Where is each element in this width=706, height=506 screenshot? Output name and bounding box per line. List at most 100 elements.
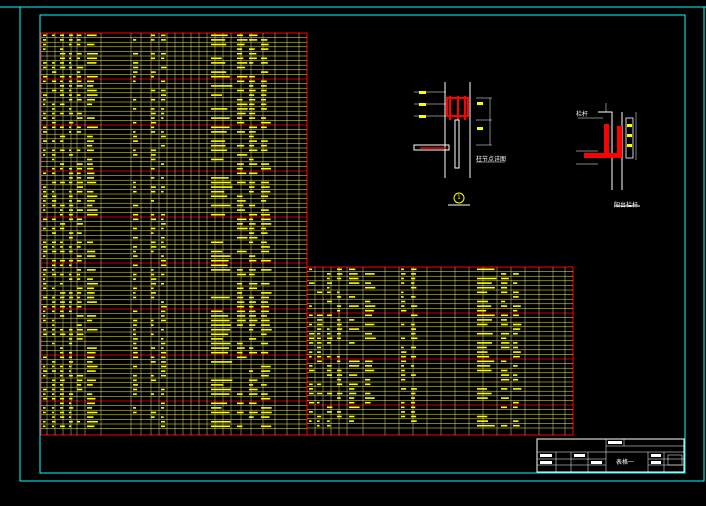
table-cell-glyph xyxy=(60,89,64,92)
table-cell-glyph xyxy=(52,167,55,170)
table-cell-glyph xyxy=(317,337,321,340)
table-cell-glyph xyxy=(161,117,164,119)
table-cell-glyph xyxy=(52,411,55,414)
table-cell-glyph xyxy=(261,319,270,322)
table-cell-glyph xyxy=(249,324,256,326)
table-cell-glyph xyxy=(133,278,137,280)
table-cell-glyph xyxy=(52,365,55,368)
detail-1-marker: 1 xyxy=(457,194,461,201)
table-cell-glyph xyxy=(52,140,55,142)
table-cell-glyph xyxy=(77,223,83,225)
table-cell-glyph xyxy=(401,268,404,271)
table-cell-glyph xyxy=(261,126,267,129)
table-cell-glyph xyxy=(133,310,138,313)
table-cell-glyph xyxy=(133,296,137,299)
table-cell-glyph xyxy=(349,392,357,395)
table-cell-glyph xyxy=(211,333,229,336)
table-cell-glyph xyxy=(261,296,269,299)
table-cell-glyph xyxy=(211,310,223,313)
table-cell-glyph xyxy=(151,246,157,248)
detail-2-caption: 阳台栏杆 xyxy=(614,202,639,209)
table-cell-glyph xyxy=(411,397,415,399)
table-cell-glyph xyxy=(43,195,48,198)
table-cell-glyph xyxy=(261,416,270,418)
table-cell-glyph xyxy=(337,309,341,312)
table-cell-glyph xyxy=(133,328,136,331)
table-cell-glyph xyxy=(87,117,95,119)
table-cell-glyph xyxy=(237,342,243,345)
table-cell-glyph xyxy=(401,337,406,340)
table-cell-glyph xyxy=(249,402,257,405)
table-cell-glyph xyxy=(411,277,416,280)
table-cell-glyph xyxy=(60,181,65,184)
table-cell-glyph xyxy=(261,342,269,345)
table-cell-glyph xyxy=(77,117,83,119)
table-cell-glyph xyxy=(513,365,518,367)
table-cell-glyph xyxy=(249,223,256,225)
table-cell-glyph xyxy=(401,305,405,307)
table-cell-glyph xyxy=(133,287,137,290)
table-cell-glyph xyxy=(365,309,374,312)
table-cell-glyph xyxy=(211,402,228,405)
table-cell-glyph xyxy=(477,268,495,271)
table-cell-glyph xyxy=(133,149,136,152)
table-cell-glyph xyxy=(60,296,65,299)
table-cell-glyph xyxy=(317,351,321,353)
table-cell-glyph xyxy=(211,181,231,184)
table-cell-glyph xyxy=(317,342,322,344)
table-cell-glyph xyxy=(411,355,417,358)
table-cell-glyph xyxy=(237,154,248,156)
table-cell-glyph xyxy=(501,291,508,294)
table-cell-glyph xyxy=(87,85,94,87)
table-cell-glyph xyxy=(261,365,271,368)
table-cell-glyph xyxy=(411,273,417,275)
table-cell-glyph xyxy=(249,108,255,110)
table-cell-glyph xyxy=(52,301,56,303)
table-cell-glyph xyxy=(161,273,165,276)
table-cell-glyph xyxy=(237,108,248,110)
table-cell-glyph xyxy=(249,39,258,41)
table-cell-glyph xyxy=(249,62,254,64)
table-cell-glyph xyxy=(249,269,256,271)
table-cell-glyph xyxy=(317,392,323,395)
table-cell-glyph xyxy=(249,126,258,129)
table-cell-glyph xyxy=(327,355,331,358)
table-cell-glyph xyxy=(69,338,73,340)
table-cell-glyph xyxy=(133,273,137,276)
table-cell-glyph xyxy=(52,333,56,336)
table-cell-glyph xyxy=(261,200,267,202)
table-cell-glyph xyxy=(87,167,94,170)
table-cell-glyph xyxy=(60,126,64,129)
table-cell-glyph xyxy=(60,80,63,83)
table-cell-glyph xyxy=(211,186,233,188)
table-cell-glyph xyxy=(43,131,47,133)
table-cell-glyph xyxy=(401,378,406,381)
table-cell-glyph xyxy=(60,57,65,60)
table-cell-glyph xyxy=(161,131,164,133)
table-cell-glyph xyxy=(52,296,56,299)
cad-drawing-canvas[interactable] xyxy=(0,0,706,506)
table-cell-glyph xyxy=(365,314,372,317)
table-cell-glyph xyxy=(151,98,156,101)
table-cell-glyph xyxy=(317,401,320,404)
table-cell-glyph xyxy=(69,154,73,156)
table-cell-glyph xyxy=(77,71,81,73)
table-cell-glyph xyxy=(43,282,47,285)
table-cell-glyph xyxy=(477,392,492,395)
table-cell-glyph xyxy=(501,282,508,284)
table-cell-glyph xyxy=(60,301,65,303)
table-cell-glyph xyxy=(52,388,55,391)
table-cell-glyph xyxy=(237,62,248,64)
table-cell-glyph xyxy=(87,315,97,317)
table-cell-glyph xyxy=(161,259,166,262)
table-cell-glyph xyxy=(211,384,224,386)
table-cell-glyph xyxy=(309,282,315,284)
table-cell-glyph xyxy=(237,39,248,41)
table-cell-glyph xyxy=(52,154,56,156)
table-cell-glyph xyxy=(249,48,255,50)
table-cell-glyph xyxy=(52,218,56,221)
table-cell-glyph xyxy=(52,264,56,267)
table-cell-glyph xyxy=(211,296,230,299)
table-cell-glyph xyxy=(151,324,154,326)
table-cell-glyph xyxy=(87,328,98,331)
